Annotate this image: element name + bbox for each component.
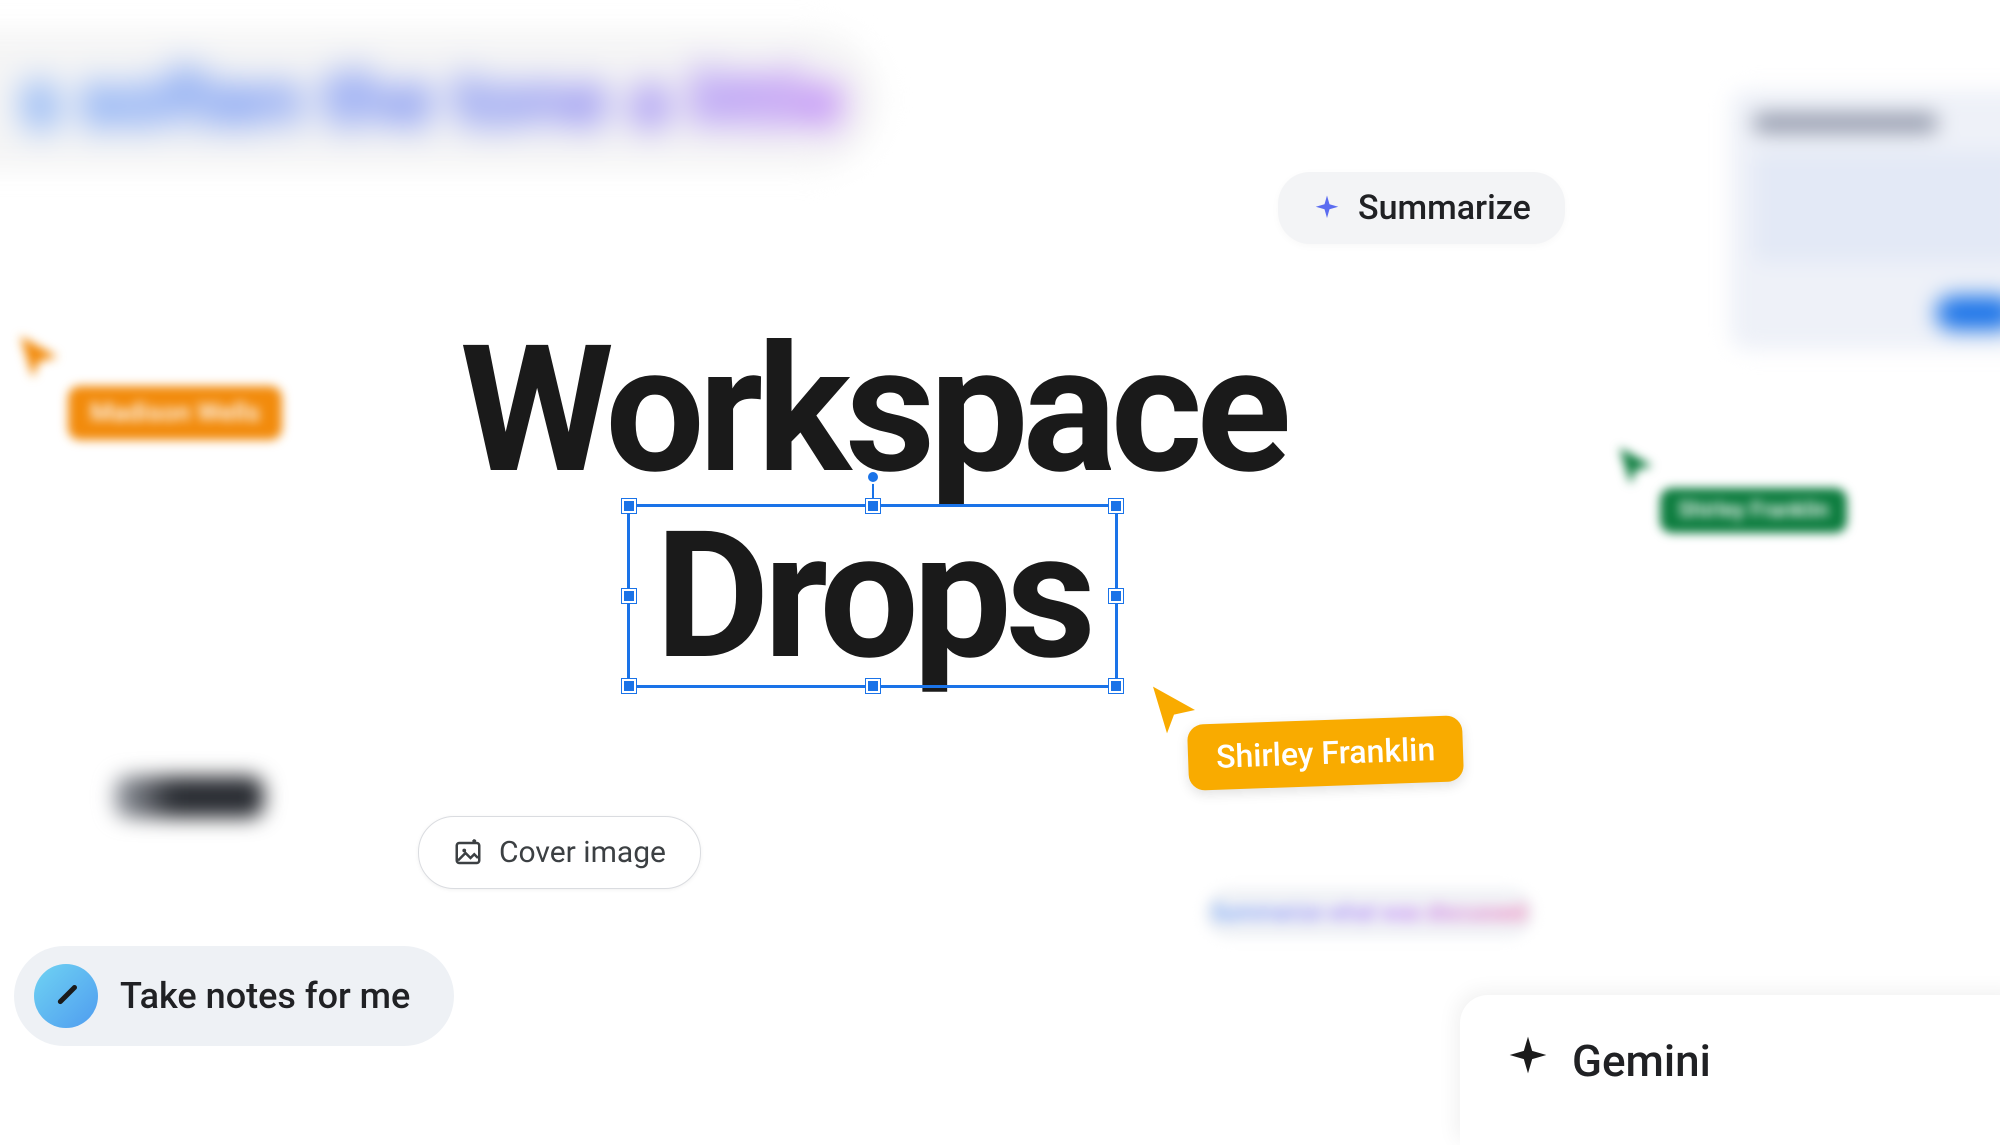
- title-group: Workspace Drops: [460, 322, 1285, 684]
- cursor-orange-icon: [14, 332, 64, 386]
- title-line2-selection-wrap[interactable]: Drops: [655, 508, 1090, 684]
- title-line2: Drops: [655, 508, 1090, 684]
- user-tag-orange-label: Madison Wells: [90, 398, 260, 428]
- cover-image-label: Cover image: [499, 835, 666, 870]
- sparkle-icon: [1508, 1035, 1548, 1079]
- selection-handle-midleft[interactable]: [622, 589, 636, 603]
- picture-icon: [453, 838, 483, 868]
- blurred-prompt-midright-text: Summarize what was discussed: [1212, 901, 1527, 926]
- blurred-prompt-pill-midright: Summarize what was discussed: [1204, 888, 1534, 938]
- blurred-prompt-text: s soften the tone a little: [20, 55, 844, 146]
- blurred-panel-topright: [1730, 90, 2000, 350]
- summarize-chip[interactable]: Summarize: [1278, 172, 1565, 244]
- gemini-panel[interactable]: Gemini: [1460, 995, 2000, 1145]
- selection-rotate-handle[interactable]: [866, 470, 880, 484]
- user-tag-yellow: Shirley Franklin: [1187, 715, 1464, 791]
- selection-handle-bottomleft[interactable]: [622, 679, 636, 693]
- take-notes-label: Take notes for me: [120, 975, 410, 1017]
- sparkle-icon: [1312, 193, 1342, 223]
- cursor-green-icon: [1614, 444, 1658, 492]
- user-tag-orange: Madison Wells: [68, 386, 282, 440]
- summarize-label: Summarize: [1358, 188, 1531, 228]
- user-tag-yellow-label: Shirley Franklin: [1215, 730, 1435, 776]
- blurred-prompt-pill-topleft: s soften the tone a little: [0, 30, 880, 170]
- selection-handle-bottomright[interactable]: [1109, 679, 1123, 693]
- user-tag-green-label: Shirley Franklin: [1678, 498, 1829, 523]
- blurred-small-pill-left: [114, 776, 264, 818]
- user-tag-green: Shirley Franklin: [1660, 488, 1847, 533]
- selection-rotate-stem: [872, 482, 874, 506]
- wand-icon: [43, 973, 88, 1018]
- take-notes-pill[interactable]: Take notes for me: [14, 946, 454, 1046]
- wand-icon-circle: [34, 964, 98, 1028]
- gemini-label: Gemini: [1572, 1035, 1711, 1087]
- cover-image-chip[interactable]: Cover image: [418, 816, 701, 889]
- selection-handle-midright[interactable]: [1109, 589, 1123, 603]
